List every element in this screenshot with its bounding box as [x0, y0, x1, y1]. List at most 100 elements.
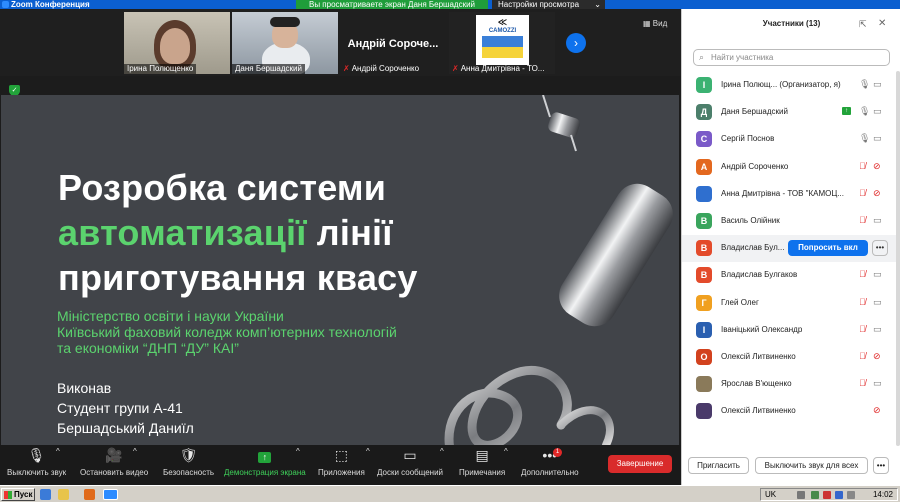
video-tile[interactable]: Даня Бершадский	[232, 12, 338, 74]
mic-muted-icon: 🎙̸	[859, 214, 866, 225]
camera-icon: ▭	[873, 133, 882, 144]
meeting-area: Ірина Полющенко Даня Бершадский Андрій С…	[0, 9, 681, 454]
microphone-icon: 🎙	[859, 106, 871, 117]
participants-panel: Участники (13) ⇱ ✕ ⌕ Найти участника І Іри…	[681, 9, 900, 485]
more-options-button[interactable]: •••	[873, 457, 889, 474]
chevron-up-icon[interactable]: ^	[56, 447, 60, 456]
avatar: В	[696, 267, 712, 284]
cylinder-shape	[559, 183, 673, 327]
camera-off-icon: ⊘	[873, 160, 881, 171]
share-screen-button[interactable]: ↑ Демонстрация экрана	[224, 447, 306, 477]
chevron-up-icon[interactable]: ^	[504, 447, 508, 456]
camera-icon: ▭	[873, 378, 882, 389]
system-tray: UK 14:02	[760, 488, 898, 501]
mic-muted-icon: 🎙̸	[859, 187, 866, 198]
tray-icon[interactable]	[847, 491, 855, 499]
participant-row[interactable]: А Андрій Сороченко 🎙̸ ⊘	[682, 154, 900, 181]
participant-row[interactable]: І Іваніцький Олександр 🎙̸ ▭	[682, 317, 900, 344]
participant-more-button[interactable]: •••	[872, 240, 888, 257]
mute-all-button[interactable]: Выключить звук для всех	[755, 457, 868, 474]
end-meeting-button[interactable]: Завершение	[608, 455, 672, 473]
mic-muted-icon: 🎙̸	[859, 323, 866, 334]
tile-name: Ірина Полющенко	[124, 64, 197, 74]
tray-icon[interactable]	[811, 491, 819, 499]
more-button[interactable]: ••• Дополнительно	[521, 447, 579, 477]
participant-row[interactable]: Анна Дмитрівна - ТОВ "КАМОЦ... 🎙̸ ⊘	[682, 181, 900, 208]
participant-row[interactable]: Г Глей Олег 🎙̸ ▭	[682, 290, 900, 317]
mic-muted-icon: 🎙̸	[859, 296, 866, 307]
camera-icon: ▭	[873, 106, 882, 117]
org-line: та економіки “ДНП “ДУ” КАІ”	[57, 340, 239, 356]
shared-screen: Розробка системи автоматизації лінії при…	[1, 95, 679, 454]
notes-icon: ▤	[475, 447, 489, 463]
browser-icon[interactable]	[40, 489, 51, 500]
participant-row[interactable]: О Олексій Литвиненко 🎙̸ ⊘	[682, 344, 900, 371]
zoom-taskbar-icon[interactable]	[103, 489, 118, 500]
start-button[interactable]: Пуск	[1, 488, 35, 501]
avatar: А	[696, 158, 712, 175]
participant-row[interactable]: Ярослав В'ющенко 🎙̸ ▭	[682, 371, 900, 398]
sharing-icon: ↑	[842, 107, 851, 116]
participant-headphones	[270, 17, 300, 27]
tray-icon[interactable]	[797, 491, 805, 499]
participant-name: Олексій Литвиненко	[721, 351, 796, 361]
scrollbar[interactable]	[896, 71, 900, 446]
chevron-up-icon[interactable]: ^	[366, 447, 370, 456]
participant-row[interactable]: В Василь Олійник 🎙̸ ▭	[682, 208, 900, 235]
participant-row[interactable]: Д Даня Бершадский ↑ 🎙 ▭	[682, 99, 900, 126]
ask-to-unmute-button[interactable]: Попросить вкл	[788, 240, 868, 257]
participant-row[interactable]: В Владислав Булгаков 🎙̸ ▭	[682, 262, 900, 289]
participant-row[interactable]: С Сергій Поснов 🎙 ▭	[682, 126, 900, 153]
microphone-icon: 🎙	[859, 79, 871, 89]
media-player-icon[interactable]	[84, 489, 95, 500]
participant-row[interactable]: В Владислав Бул... Попросить вкл •••	[682, 235, 900, 263]
participant-name: Даня Бершадский	[721, 107, 788, 117]
folder-icon[interactable]	[58, 489, 69, 500]
chevron-up-icon[interactable]: ^	[440, 447, 444, 456]
video-tile[interactable]: Ірина Полющенко	[124, 12, 230, 74]
participant-name: Сергій Поснов	[721, 134, 775, 144]
security-button[interactable]: 🛡 Безопасность	[163, 447, 214, 477]
participants-header: Участники (13)	[762, 19, 821, 28]
next-page-icon[interactable]: ›	[566, 33, 586, 53]
camera-icon: ▭	[873, 214, 882, 225]
video-tile[interactable]: Андрій Сороче... ✗ Андрій Сороченко	[340, 12, 446, 74]
tile-name: Даня Бершадский	[232, 64, 305, 74]
invite-button[interactable]: Пригласить	[688, 457, 749, 474]
participant-row[interactable]: Олексій Литвиненко ⊘	[682, 398, 900, 425]
slide-title-accent: автоматизації	[58, 212, 307, 253]
participant-name: Ярослав В'ющенко	[721, 379, 792, 389]
popout-icon[interactable]: ⇱	[859, 19, 867, 30]
participant-search-input[interactable]: ⌕ Найти участника	[693, 49, 890, 66]
language-indicator[interactable]: UK	[765, 489, 776, 500]
avatar-photo	[696, 403, 712, 420]
close-icon[interactable]: ✕	[878, 18, 886, 29]
avatar-photo	[696, 376, 712, 393]
avatar: В	[696, 212, 712, 229]
notes-button[interactable]: ▤ Примечания	[459, 447, 505, 477]
chevron-up-icon[interactable]: ^	[296, 447, 300, 456]
camera-off-icon: ⊘	[873, 350, 881, 361]
camera-icon: ▭	[873, 296, 882, 307]
ukraine-map-image	[482, 36, 523, 58]
tray-icon[interactable]	[823, 491, 831, 499]
camera-off-icon: ⊘	[873, 187, 881, 198]
meeting-toolbar: 🎙 Выключить звук ^ 🎥 Остановить видео ^ 🛡 Б…	[0, 445, 681, 485]
tray-icon[interactable]	[835, 491, 843, 499]
microphone-icon: 🎙	[859, 133, 871, 144]
chevron-up-icon[interactable]: ^	[133, 447, 137, 456]
stop-video-button[interactable]: 🎥 Остановить видео	[80, 447, 148, 477]
avatar: І	[696, 77, 712, 93]
camera-icon: ▭	[873, 323, 882, 334]
taskbar: Пуск UK 14:02	[0, 485, 900, 502]
camera-icon: ▭	[873, 79, 882, 89]
participant-row[interactable]: І Ірина Полющ... (Организатор, я) 🎙 ▭	[682, 72, 900, 99]
slide-title-line: приготування квасу	[58, 257, 418, 298]
apps-button[interactable]: ⬚ Приложения	[318, 447, 365, 477]
avatar: О	[696, 348, 712, 365]
whiteboards-button[interactable]: ▭ Доски сообщений	[377, 447, 443, 477]
participant-name: Олексій Литвиненко	[721, 406, 796, 416]
spring-shape	[542, 95, 580, 152]
video-tile[interactable]: ≪ CAMOZZI ✗ Анна Дмитрівна - ТО...	[449, 12, 555, 74]
view-button[interactable]: ▦ Вид	[643, 19, 667, 28]
